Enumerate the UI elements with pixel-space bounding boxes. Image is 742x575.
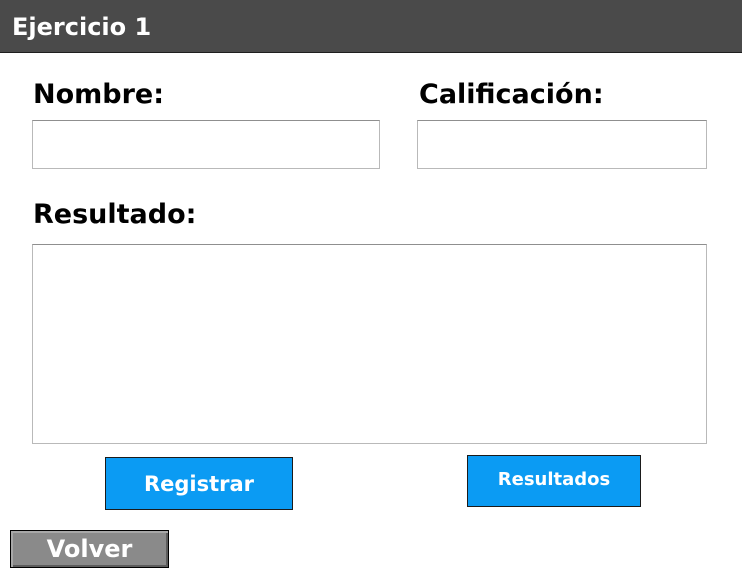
resultado-label: Resultado: [33, 199, 197, 230]
ejercicio-screen: Ejercicio 1 Nombre: Calificación: Result… [0, 0, 742, 575]
resultado-textarea[interactable] [32, 244, 707, 444]
volver-button[interactable]: Volver [10, 530, 169, 568]
nombre-label: Nombre: [33, 79, 165, 110]
page-title: Ejercicio 1 [12, 13, 152, 41]
registrar-button[interactable]: Registrar [105, 457, 293, 510]
resultados-button[interactable]: Resultados [467, 455, 641, 507]
calificacion-label: Calificación: [419, 79, 604, 110]
calificacion-input[interactable] [417, 120, 707, 169]
title-bar: Ejercicio 1 [0, 0, 742, 53]
nombre-input[interactable] [32, 120, 380, 169]
